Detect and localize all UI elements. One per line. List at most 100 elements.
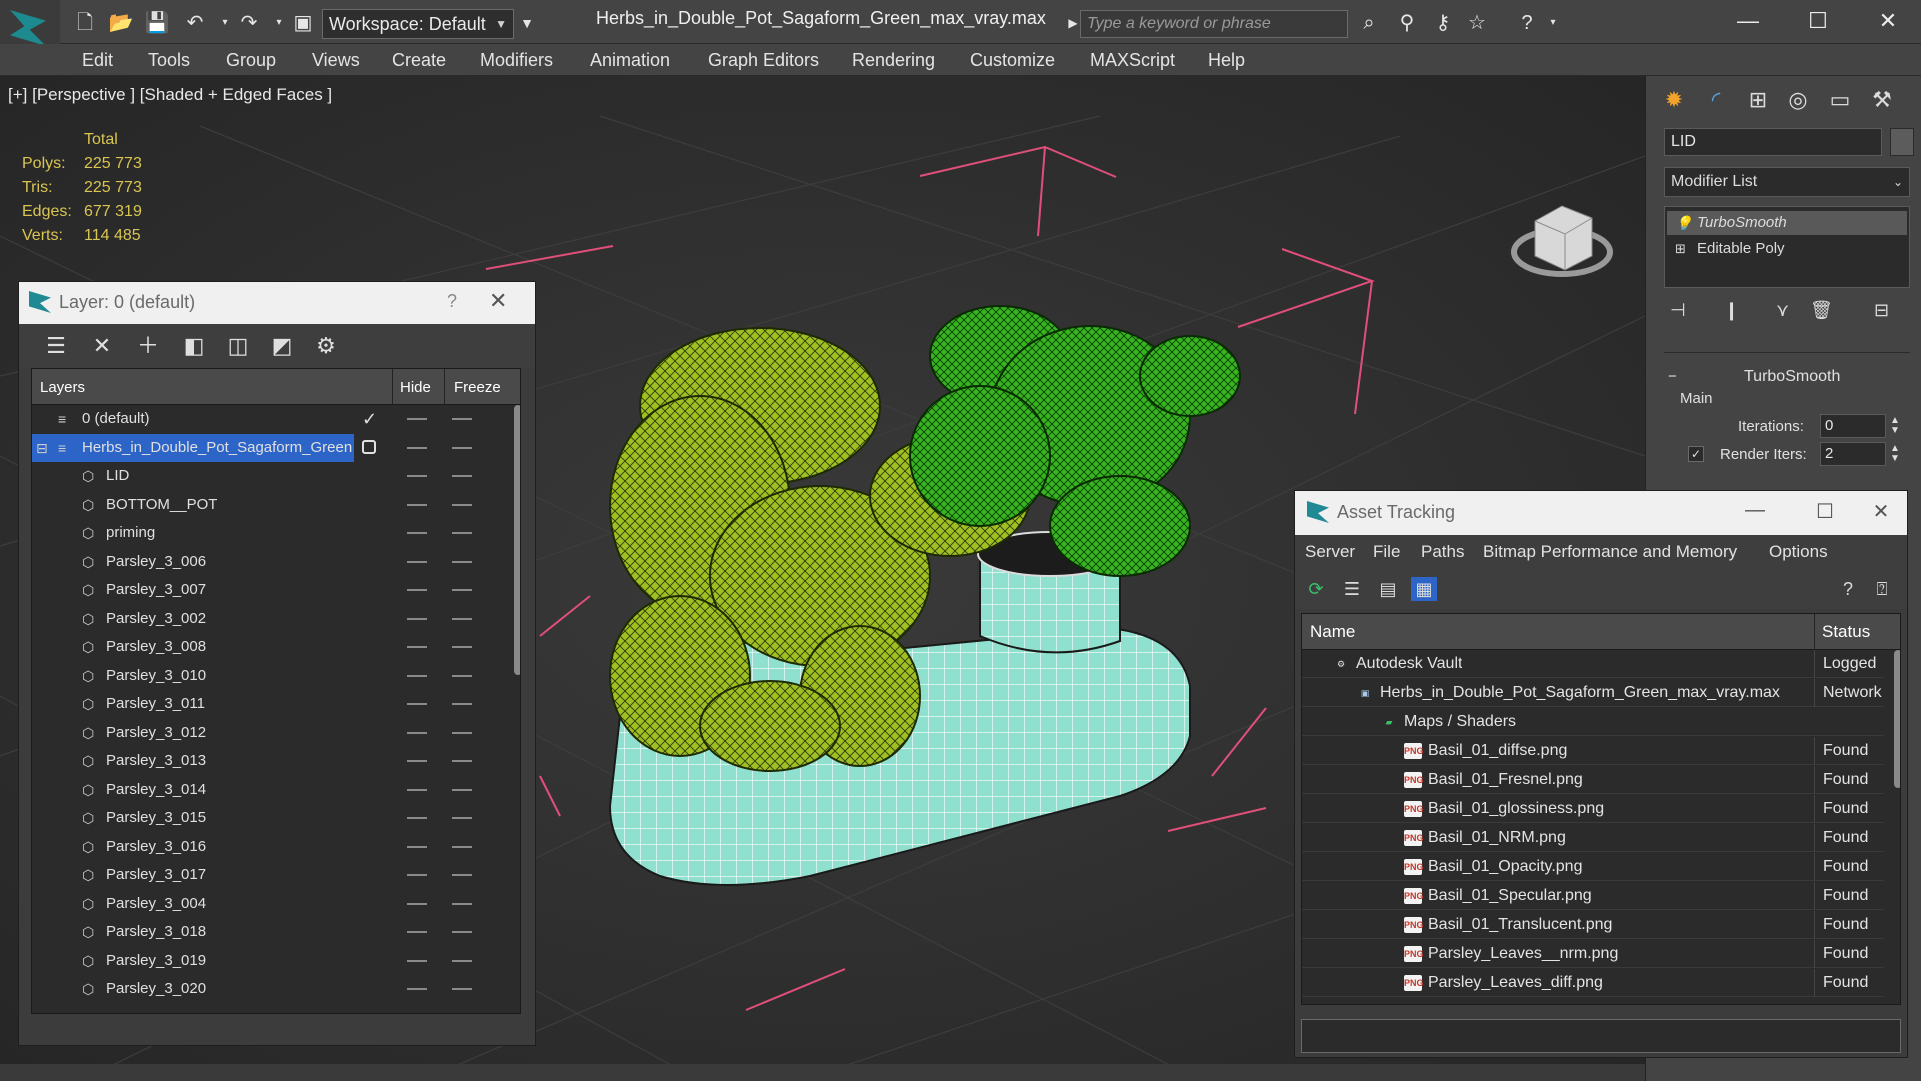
layer-manager-icon[interactable]: ☰ bbox=[43, 334, 69, 358]
asset-row[interactable]: PNG Basil_01_NRM.png Found bbox=[1302, 824, 1884, 852]
hide-toggle[interactable] bbox=[407, 475, 427, 477]
make-current-checkbox[interactable] bbox=[362, 439, 376, 454]
menu-file[interactable]: File bbox=[1373, 542, 1400, 562]
freeze-toggle[interactable] bbox=[452, 589, 472, 591]
workspace-select[interactable]: Workspace: Default ▼ bbox=[322, 9, 514, 39]
freeze-toggle[interactable] bbox=[452, 731, 472, 734]
help-button[interactable]: ? bbox=[447, 291, 457, 312]
show-end-result-icon[interactable]: ❙ bbox=[1724, 300, 1739, 321]
asset-row[interactable]: ▰ Maps / Shaders bbox=[1302, 708, 1884, 736]
layer-row[interactable]: ⬡ Parsley_3_013 bbox=[32, 747, 494, 775]
rollout-collapse-icon[interactable]: − bbox=[1668, 368, 1677, 385]
vertical-scrollbar[interactable] bbox=[514, 405, 520, 675]
stack-item-editable-poly[interactable]: ⊞ Editable Poly bbox=[1667, 237, 1907, 261]
display-tab-icon[interactable]: ▭ bbox=[1822, 84, 1858, 116]
modify-tab-icon[interactable]: ◜ bbox=[1698, 84, 1734, 116]
pin-stack-icon[interactable]: ⊣ bbox=[1670, 300, 1686, 321]
freeze-toggle[interactable] bbox=[452, 617, 472, 620]
minimize-icon[interactable]: — bbox=[1726, 6, 1770, 36]
close-icon[interactable]: ✕ bbox=[1861, 499, 1901, 524]
render-iters-checkbox[interactable]: ✓ bbox=[1688, 446, 1704, 462]
hide-toggle[interactable] bbox=[407, 760, 427, 762]
freeze-toggle[interactable] bbox=[452, 760, 472, 762]
asset-row[interactable]: PNG Basil_01_glossiness.png Found bbox=[1302, 795, 1884, 823]
undo-dropdown-icon[interactable]: ▾ bbox=[212, 10, 238, 36]
layer-settings-icon[interactable]: ⚙ bbox=[313, 334, 339, 358]
layer-row[interactable]: ⬡ Parsley_3_006 bbox=[32, 548, 494, 576]
asset-row[interactable]: PNG Parsley_Leaves_diff.png Found bbox=[1302, 969, 1884, 997]
hide-toggle[interactable] bbox=[407, 902, 427, 905]
layer-row[interactable]: ⬡ Parsley_3_012 bbox=[32, 719, 494, 747]
spinner-arrows-icon[interactable]: ▲ ▼ bbox=[1890, 444, 1900, 464]
help-icon[interactable]: ? bbox=[1514, 10, 1540, 36]
iterations-spinner[interactable]: 0 bbox=[1820, 414, 1886, 438]
help-icon[interactable]: ? bbox=[1835, 577, 1861, 601]
freeze-toggle[interactable] bbox=[452, 646, 472, 648]
hide-toggle[interactable] bbox=[407, 589, 427, 591]
freeze-toggle[interactable] bbox=[452, 874, 472, 876]
rollout-title[interactable]: TurboSmooth bbox=[1744, 368, 1840, 386]
freeze-toggle[interactable] bbox=[452, 503, 472, 506]
hide-toggle[interactable] bbox=[407, 560, 427, 563]
layer-row[interactable]: ⬡ priming bbox=[32, 519, 494, 547]
hide-toggle[interactable] bbox=[407, 788, 427, 791]
freeze-toggle[interactable] bbox=[452, 674, 472, 677]
table-view-icon[interactable]: ▦ bbox=[1411, 577, 1437, 601]
menu-dropdown-icon[interactable]: ▼ bbox=[514, 10, 540, 36]
minimize-icon[interactable]: — bbox=[1735, 499, 1775, 522]
menu-maxscript[interactable]: MAXScript bbox=[1090, 50, 1175, 71]
hide-toggle[interactable] bbox=[407, 703, 427, 705]
hide-toggle[interactable] bbox=[407, 503, 427, 506]
asset-row[interactable]: ▣ Herbs_in_Double_Pot_Sagaform_Green_max_… bbox=[1302, 679, 1884, 707]
asset-row[interactable]: PNG Parsley_Leaves__nrm.png Found bbox=[1302, 940, 1884, 968]
menu-modifiers[interactable]: Modifiers bbox=[480, 50, 553, 71]
asset-row[interactable]: PNG Basil_01_diffse.png Found bbox=[1302, 737, 1884, 765]
close-icon[interactable]: ✕ bbox=[489, 288, 507, 314]
refresh-icon[interactable]: ⟳ bbox=[1303, 577, 1329, 601]
utilities-tab-icon[interactable]: ⚒ bbox=[1864, 84, 1900, 116]
freeze-toggle[interactable] bbox=[452, 475, 472, 477]
list-view-icon[interactable]: ☰ bbox=[1339, 577, 1365, 601]
menu-animation[interactable]: Animation bbox=[590, 50, 670, 71]
hide-toggle[interactable] bbox=[407, 646, 427, 648]
current-layer-check-icon[interactable]: ✓ bbox=[362, 405, 377, 433]
menu-customize[interactable]: Customize bbox=[970, 50, 1055, 71]
menu-views[interactable]: Views bbox=[312, 50, 360, 71]
column-name[interactable]: Name bbox=[1310, 622, 1355, 642]
menu-bitmap-performance[interactable]: Bitmap Performance and Memory bbox=[1483, 542, 1737, 562]
hide-toggle[interactable] bbox=[407, 988, 427, 990]
stack-item-turbosmooth[interactable]: 💡 TurboSmooth bbox=[1667, 211, 1907, 235]
hide-toggle[interactable] bbox=[407, 845, 427, 848]
modifier-list-select[interactable]: Modifier List ⌄ bbox=[1664, 167, 1910, 197]
menu-server[interactable]: Server bbox=[1305, 542, 1355, 562]
freeze-toggle[interactable] bbox=[452, 988, 472, 990]
layer-row[interactable]: ⬡ Parsley_3_019 bbox=[32, 947, 494, 975]
freeze-toggle[interactable] bbox=[452, 845, 472, 848]
render-iters-spinner[interactable]: 2 bbox=[1820, 442, 1886, 466]
redo-dropdown-icon[interactable]: ▾ bbox=[266, 10, 292, 36]
freeze-toggle[interactable] bbox=[452, 560, 472, 563]
freeze-toggle[interactable] bbox=[452, 931, 472, 933]
asset-row[interactable]: PNG Basil_01_Specular.png Found bbox=[1302, 882, 1884, 910]
menu-options[interactable]: Options bbox=[1769, 542, 1828, 562]
key-icon[interactable]: ⚲ bbox=[1394, 10, 1420, 36]
menu-group[interactable]: Group bbox=[226, 50, 276, 71]
viewport-label[interactable]: [+] [Perspective ] [Shaded + Edged Faces… bbox=[8, 85, 332, 105]
lightbulb-icon[interactable]: 💡 bbox=[1675, 211, 1692, 235]
asset-status-field[interactable] bbox=[1301, 1019, 1901, 1053]
menu-help[interactable]: Help bbox=[1208, 50, 1245, 71]
layer-row[interactable]: ⬡ Parsley_3_020 bbox=[32, 975, 494, 1003]
favorite-star-icon[interactable]: ☆ bbox=[1464, 10, 1490, 36]
layer-row[interactable]: ≡ 0 (default) ✓ bbox=[32, 405, 494, 433]
asset-row[interactable]: PNG Basil_01_Opacity.png Found bbox=[1302, 853, 1884, 881]
layer-row[interactable]: ⬡ Parsley_3_007 bbox=[32, 576, 494, 604]
new-file-icon[interactable]: 🗋 bbox=[72, 10, 98, 36]
add-selection-icon[interactable]: ◧ bbox=[181, 334, 207, 358]
asset-row[interactable]: PNG Basil_01_Fresnel.png Found bbox=[1302, 766, 1884, 794]
column-freeze[interactable]: Freeze bbox=[454, 379, 501, 396]
hide-toggle[interactable] bbox=[407, 532, 427, 534]
layer-row[interactable]: ⬡ Parsley_3_010 bbox=[32, 662, 494, 690]
save-icon[interactable]: 💾 bbox=[144, 10, 170, 36]
column-status[interactable]: Status bbox=[1822, 622, 1870, 642]
vertical-scrollbar[interactable] bbox=[1894, 650, 1900, 788]
